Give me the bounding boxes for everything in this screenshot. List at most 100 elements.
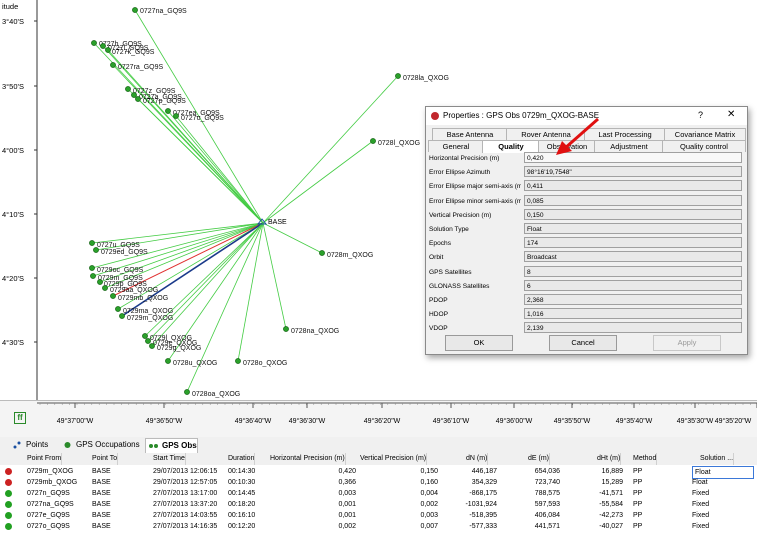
column-header[interactable]: Point From	[27, 453, 63, 465]
quality-value[interactable]: 98°16'19,7548"	[524, 166, 742, 178]
point-marker-icon[interactable]	[131, 92, 137, 98]
survey-point[interactable]: 0729mb_QXOG	[110, 293, 168, 302]
survey-point[interactable]: 0728l_QXOG	[370, 138, 420, 147]
ok-button[interactable]: OK	[445, 335, 513, 351]
tab-gps-occupations[interactable]: GPS Occupations	[60, 438, 140, 452]
quality-value[interactable]: 174	[524, 237, 742, 249]
point-marker-icon[interactable]	[319, 250, 325, 256]
quality-value[interactable]: Float	[524, 222, 742, 234]
tab-points[interactable]: Points	[10, 438, 48, 452]
survey-point[interactable]: 0728oa_QXOG	[184, 389, 240, 398]
point-marker-icon[interactable]	[100, 43, 106, 49]
quality-label: GLONASS Satellites	[429, 282, 490, 290]
survey-point[interactable]: 0727o_GQ9S	[173, 113, 224, 122]
point-marker-icon[interactable]	[132, 7, 138, 13]
survey-point[interactable]: 0728o_QXOG	[235, 358, 287, 367]
point-marker-icon[interactable]	[173, 113, 179, 119]
point-marker-icon[interactable]	[90, 273, 96, 279]
point-marker-icon[interactable]	[91, 40, 97, 46]
column-header[interactable]: Horizontal Precision (m)	[270, 453, 346, 465]
survey-point[interactable]: 0727k_GQ9S	[105, 47, 155, 56]
quality-value[interactable]: Broadcast	[524, 251, 742, 263]
survey-point[interactable]: 0727p_GQ9S	[135, 96, 186, 105]
column-header[interactable]: Solution ...	[700, 453, 735, 465]
cell-solution: Fixed	[692, 501, 710, 508]
point-marker-icon[interactable]	[149, 343, 155, 349]
point-label: 0727ra_GQ9S	[118, 64, 163, 71]
column-header[interactable]: dHt (m)	[597, 453, 622, 465]
point-marker-icon[interactable]	[97, 279, 103, 285]
quality-value[interactable]: 2,139	[524, 322, 742, 334]
column-header[interactable]: dN (m)	[466, 453, 489, 465]
help-button[interactable]: ?	[698, 110, 703, 120]
point-marker-icon[interactable]	[184, 389, 190, 395]
survey-point[interactable]: 0727na_GQ9S	[132, 7, 187, 15]
cell-method: PP	[633, 512, 643, 519]
point-marker-icon[interactable]	[283, 326, 289, 332]
quality-value[interactable]: 8	[524, 265, 742, 277]
quality-value[interactable]: 2,368	[524, 293, 742, 305]
point-marker-icon[interactable]	[102, 285, 108, 291]
point-marker-icon[interactable]	[115, 306, 121, 312]
occupation-icon	[64, 442, 71, 448]
tab-base-antenna[interactable]: Base Antenna	[432, 128, 508, 140]
survey-point[interactable]: 0729aa_QXOG	[102, 285, 158, 294]
column-header[interactable]: Method	[633, 453, 658, 465]
table-row[interactable]: 0727e_GQ9S BASE 27/07/2013 14:03:55 00:16:1…	[0, 510, 757, 521]
table-row[interactable]: 0729m_QXOG BASE 29/07/2013 12:06:15 00:14:3…	[0, 466, 757, 479]
column-header[interactable]: Duration	[228, 453, 256, 465]
survey-point[interactable]: 0729ma_QXOG	[115, 306, 173, 315]
table-row[interactable]: 0727n_GQ9S BASE 27/07/2013 13:17:00 00:14:4…	[0, 488, 757, 499]
point-marker-icon[interactable]	[165, 358, 171, 364]
tab-quality-control[interactable]: Quality control	[662, 140, 746, 152]
point-marker-icon[interactable]	[165, 108, 171, 114]
point-marker-icon[interactable]	[145, 338, 151, 344]
survey-point[interactable]: 0729oc_GQ9S	[89, 265, 144, 274]
point-label: 0727p_GQ9S	[143, 98, 186, 105]
column-header[interactable]: dE (m)	[528, 453, 550, 465]
survey-point[interactable]: 0729g_QXOG	[149, 343, 201, 352]
cancel-button[interactable]: Cancel	[549, 335, 617, 351]
quality-row: GLONASS Satellites 6	[429, 279, 745, 294]
survey-point[interactable]: 0728na_QXOG	[283, 326, 339, 335]
survey-point[interactable]: 0728la_QXOG	[395, 73, 449, 82]
apply-button[interactable]: Apply	[653, 335, 721, 351]
point-marker-icon[interactable]	[110, 62, 116, 68]
quality-value[interactable]: 1,016	[524, 308, 742, 320]
close-icon[interactable]: ✕	[727, 109, 735, 120]
survey-point[interactable]: 0729m_QXOG	[119, 313, 173, 322]
point-marker-icon[interactable]	[93, 247, 99, 253]
table-row[interactable]: 0727na_GQ9S BASE 27/07/2013 13:37:20 00:18:…	[0, 499, 757, 510]
table-row[interactable]: 0729mb_QXOG BASE 29/07/2013 12:57:05 00:10:…	[0, 477, 757, 488]
point-marker-icon[interactable]	[395, 73, 401, 79]
table-row[interactable]: 0727o_GQ9S BASE 27/07/2013 14:16:35 00:12:2…	[0, 521, 757, 532]
point-marker-icon[interactable]	[142, 333, 148, 339]
point-marker-icon[interactable]	[125, 86, 131, 92]
point-marker-icon[interactable]	[89, 265, 95, 271]
cell-vp: 0,007	[420, 523, 438, 530]
point-marker-icon[interactable]	[119, 313, 125, 319]
quality-row: Epochs 174	[429, 237, 745, 251]
quality-value[interactable]: 0,411	[524, 180, 742, 192]
quality-value[interactable]: 0,150	[524, 208, 742, 220]
column-header[interactable]: Point To	[92, 453, 119, 465]
survey-point[interactable]: 0727ra_GQ9S	[110, 62, 163, 71]
quality-value[interactable]: 0,085	[524, 194, 742, 206]
point-marker-icon[interactable]	[135, 96, 141, 102]
survey-point[interactable]: 0728u_QXOG	[165, 358, 217, 367]
point-marker-icon[interactable]	[370, 138, 376, 144]
survey-point[interactable]: 0729ed_GQ9S	[93, 247, 148, 256]
point-marker-icon[interactable]	[235, 358, 241, 364]
column-header[interactable]: Vertical Precision (m)	[360, 453, 428, 465]
point-marker-icon[interactable]	[89, 240, 95, 246]
point-label: 0728oa_QXOG	[192, 391, 240, 398]
tab-gps-obs[interactable]: GPS Obs	[145, 438, 198, 453]
cell-dn: -518,395	[469, 512, 497, 519]
tab-general[interactable]: General	[428, 140, 484, 152]
survey-point[interactable]: 0728m_QXOG	[319, 250, 373, 259]
tab-covariance-matrix[interactable]: Covariance Matrix	[664, 128, 746, 140]
point-marker-icon[interactable]	[110, 293, 116, 299]
point-marker-icon[interactable]	[105, 47, 111, 53]
column-header[interactable]: Start Time	[153, 453, 186, 465]
quality-value[interactable]: 6	[524, 279, 742, 291]
